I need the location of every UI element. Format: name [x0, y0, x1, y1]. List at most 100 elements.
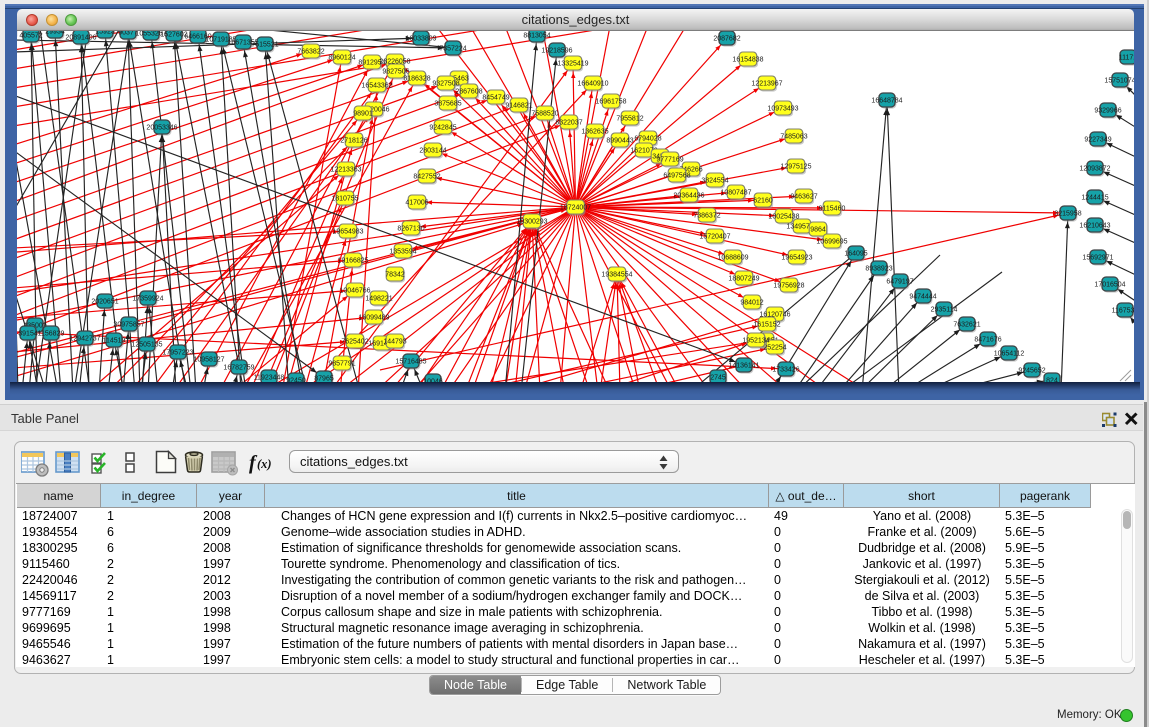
svg-text:16640910: 16640910	[577, 80, 608, 87]
svg-text:10688609: 10688609	[717, 254, 748, 261]
svg-text:87965: 87965	[314, 375, 334, 382]
svg-text:8938923: 8938923	[865, 265, 892, 272]
svg-text:9242845: 9242845	[429, 124, 456, 131]
svg-text:2087682: 2087682	[713, 35, 740, 42]
svg-text:98901: 98901	[353, 110, 373, 117]
svg-text:984012: 984012	[740, 299, 763, 306]
svg-text:10654112: 10654112	[994, 350, 1025, 357]
svg-text:1156829: 1156829	[38, 330, 65, 337]
svg-text:7386372: 7386372	[693, 212, 720, 219]
svg-text:19756928: 19756928	[773, 282, 804, 289]
svg-text:9474444: 9474444	[909, 293, 936, 300]
svg-text:18807249: 18807249	[728, 275, 759, 282]
svg-text:1952134: 1952134	[742, 337, 769, 344]
svg-text:2803144: 2803144	[419, 147, 446, 154]
svg-text:15751074: 15751074	[1104, 77, 1134, 84]
svg-text:144793: 144793	[383, 338, 406, 345]
svg-text:10958127: 10958127	[193, 356, 224, 363]
svg-text:8990443: 8990443	[606, 137, 633, 144]
svg-text:16154838: 16154838	[732, 56, 763, 63]
svg-text:9777169: 9777169	[656, 156, 683, 163]
svg-text:29934: 29934	[45, 31, 65, 35]
svg-text:6479197: 6479197	[886, 278, 913, 285]
svg-text:1810755: 1810755	[331, 195, 358, 202]
svg-text:6497568: 6497568	[663, 172, 690, 179]
svg-text:9146821: 9146821	[505, 102, 532, 109]
svg-text:10699695: 10699695	[816, 238, 847, 245]
svg-text:17016504: 17016504	[1094, 281, 1125, 288]
svg-text:11172: 11172	[1119, 54, 1134, 61]
svg-text:8322037: 8322037	[555, 119, 582, 126]
svg-text:9864: 9864	[810, 226, 826, 233]
svg-text:252254: 252254	[763, 344, 786, 351]
svg-text:12093872: 12093872	[1079, 165, 1110, 172]
svg-text:7588520: 7588520	[531, 110, 558, 117]
svg-text:19166825: 19166825	[337, 257, 368, 264]
svg-text:19654983: 19654983	[332, 228, 363, 235]
svg-text:20891406: 20891406	[65, 34, 96, 41]
svg-text:(x): (x)	[257, 457, 272, 471]
svg-text:7632621: 7632621	[953, 321, 980, 328]
svg-text:13325419: 13325419	[557, 60, 588, 67]
svg-text:7485063: 7485063	[780, 133, 807, 140]
svg-text:12942737: 12942737	[69, 335, 100, 342]
svg-text:2020651: 2020651	[91, 298, 118, 305]
svg-text:8813054: 8813054	[523, 32, 550, 39]
svg-text:2718126: 2718126	[340, 137, 367, 144]
svg-text:164095: 164095	[844, 250, 867, 257]
svg-text:19300293: 19300293	[516, 218, 547, 225]
svg-text:19218596: 19218596	[541, 47, 572, 54]
svg-text:8471676: 8471676	[974, 336, 1001, 343]
svg-text:9827506: 9827506	[382, 68, 409, 75]
svg-text:62160: 62160	[753, 197, 773, 204]
svg-text:1167533: 1167533	[1112, 307, 1134, 314]
svg-text:7515521: 7515521	[251, 41, 278, 48]
svg-text:9245652: 9245652	[1018, 367, 1045, 374]
svg-text:1362635: 1362635	[581, 128, 608, 135]
svg-text:8427552: 8427552	[413, 173, 440, 180]
svg-text:39154: 39154	[18, 330, 38, 337]
svg-text:9115460: 9115460	[819, 205, 846, 212]
svg-text:12505135: 12505135	[131, 341, 162, 348]
svg-text:10973493: 10973493	[767, 105, 798, 112]
svg-text:10046766: 10046766	[339, 287, 370, 294]
svg-text:9463627: 9463627	[790, 193, 817, 200]
svg-text:30975857: 30975857	[113, 321, 144, 328]
svg-text:16099489: 16099489	[358, 314, 389, 321]
svg-text:12213967: 12213967	[751, 80, 782, 87]
svg-text:17957223: 17957223	[162, 349, 193, 356]
svg-text:15923: 15923	[95, 31, 115, 35]
svg-text:405572: 405572	[19, 32, 42, 39]
svg-text:8267130: 8267130	[397, 225, 424, 232]
svg-text:8454749: 8454749	[482, 94, 509, 101]
svg-text:9227349: 9227349	[1084, 136, 1111, 143]
svg-text:19654923: 19654923	[781, 254, 812, 261]
svg-text:16210643: 16210643	[1079, 222, 1110, 229]
svg-text:78342: 78342	[385, 271, 405, 278]
svg-text:15716485: 15716485	[395, 358, 426, 365]
svg-text:1733426: 1733426	[772, 366, 799, 373]
svg-text:3215958: 3215958	[1054, 210, 1081, 217]
svg-text:114519: 114519	[103, 337, 126, 344]
svg-text:14136141: 14136141	[728, 362, 759, 369]
svg-text:3824554: 3824554	[701, 177, 728, 184]
svg-text:15720407: 15720407	[699, 233, 730, 240]
svg-text:18724007: 18724007	[560, 204, 591, 211]
svg-text:8186328: 8186328	[403, 75, 430, 82]
svg-text:2935114: 2935114	[931, 306, 958, 313]
svg-text:20053346: 20053346	[146, 124, 177, 131]
svg-text:3875685: 3875685	[434, 100, 461, 107]
svg-text:12975125: 12975125	[780, 163, 811, 170]
svg-text:7357224: 7357224	[439, 45, 466, 52]
svg-text:12213363: 12213363	[330, 166, 361, 173]
svg-text:7625402: 7625402	[341, 338, 368, 345]
svg-text:1498221: 1498221	[365, 295, 392, 302]
svg-text:17359924: 17359924	[132, 295, 163, 302]
svg-text:16033809: 16033809	[405, 35, 436, 42]
svg-text:1615152: 1615152	[753, 321, 780, 328]
svg-text:16648784: 16648784	[871, 97, 902, 104]
svg-text:16782759: 16782759	[223, 364, 254, 371]
svg-text:16961758: 16961758	[595, 98, 626, 105]
svg-text:19384554: 19384554	[601, 271, 632, 278]
svg-text:2745: 2745	[710, 374, 726, 381]
